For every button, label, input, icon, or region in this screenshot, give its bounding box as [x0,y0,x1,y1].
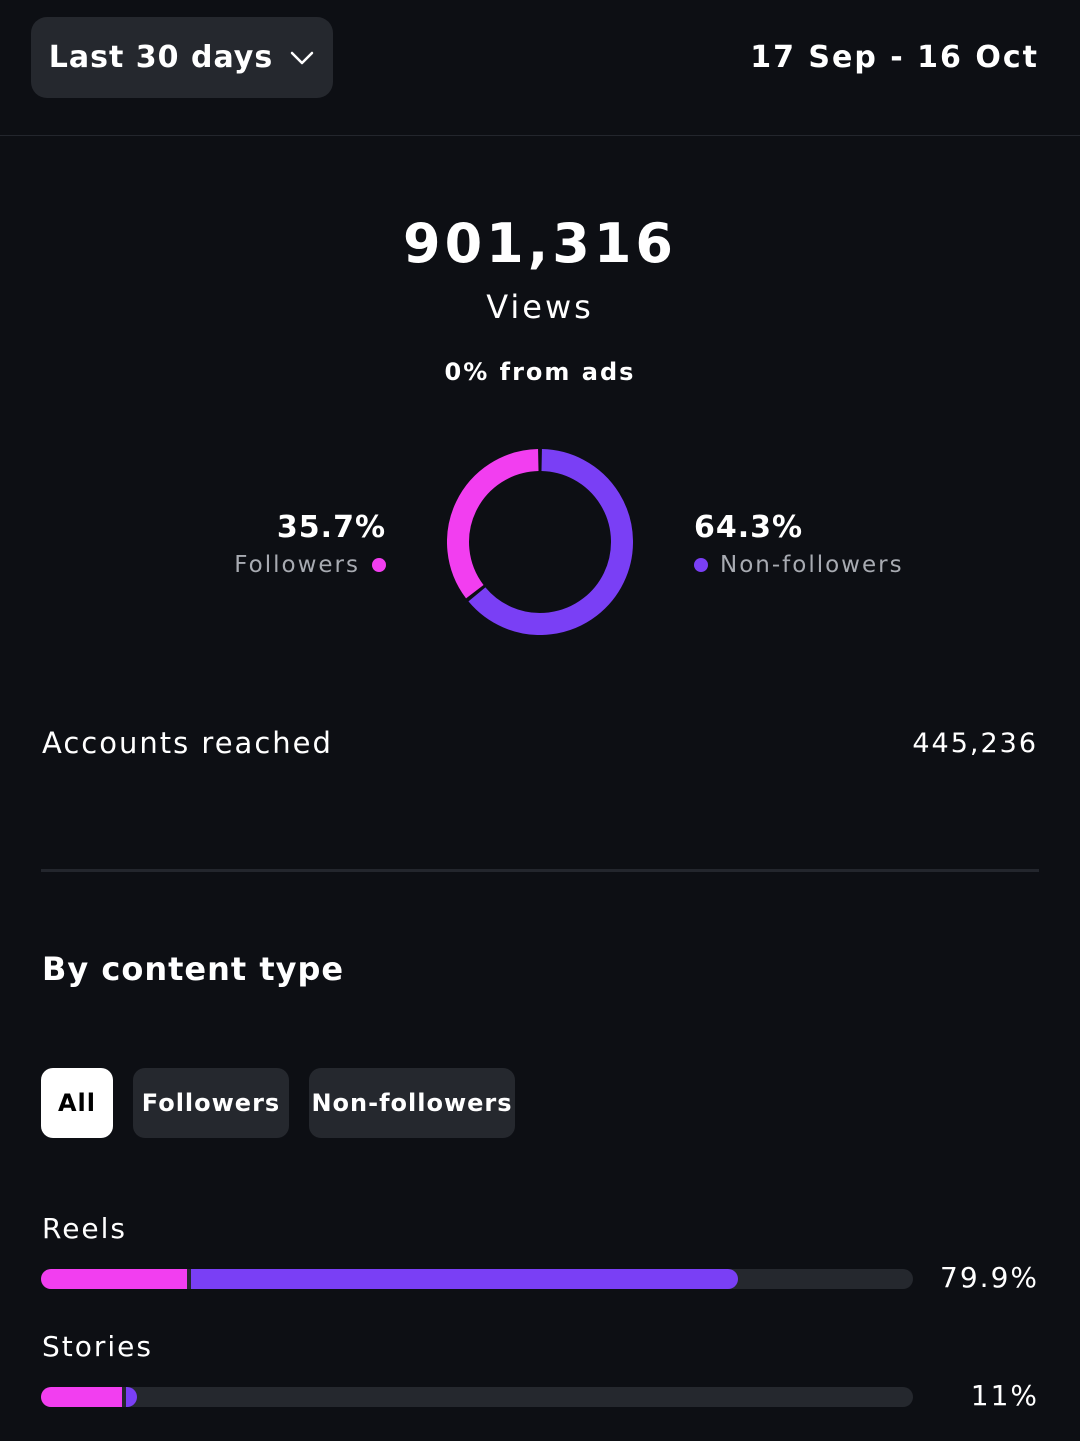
donut-segment-non-followers [468,449,633,635]
bar-segment-followers [41,1269,188,1289]
content-row-pct-stories: 11% [970,1379,1039,1412]
chevron-down-icon [290,51,314,64]
section-title: By content type [42,950,345,988]
followers-label: Followers [234,552,360,578]
date-range-text: 17 Sep - 16 Oct [750,40,1039,75]
followers-percent: 35.7% [276,510,386,545]
non-followers-percent: 64.3% [694,510,804,545]
content-bar-reels [41,1269,913,1289]
section-divider [41,869,1039,872]
bar-segment-followers [41,1387,123,1407]
total-views-label: Views [486,288,594,326]
non-followers-dot [694,558,708,572]
content-bar-stories [41,1387,913,1407]
non-followers-label: Non-followers [720,552,904,578]
date-range-dropdown[interactable]: Last 30 days [31,17,333,98]
followers-dot [372,558,386,572]
total-views-value: 901,316 [403,212,677,275]
tab-followers[interactable]: Followers [133,1068,289,1138]
accounts-reached-label: Accounts reached [42,726,333,760]
audience-donut-chart [447,449,633,635]
content-row-label-stories: Stories [42,1330,153,1363]
top-bar: Last 30 days 17 Sep - 16 Oct [0,0,1080,136]
content-row-pct-reels: 79.9% [940,1261,1039,1294]
legend-non-followers: 64.3% Non-followers [694,508,904,582]
legend-followers: 35.7% Followers [234,508,386,582]
accounts-reached-value: 445,236 [912,728,1038,759]
bar-segment-non-followers [191,1269,738,1289]
tab-all[interactable]: All [41,1068,113,1138]
bar-segment-non-followers [126,1387,137,1407]
tab-non-followers[interactable]: Non-followers [309,1068,515,1138]
donut-segment-followers [447,449,539,599]
range-label: Last 30 days [48,40,274,75]
ads-note: 0% from ads [444,358,636,386]
content-row-label-reels: Reels [42,1212,128,1245]
